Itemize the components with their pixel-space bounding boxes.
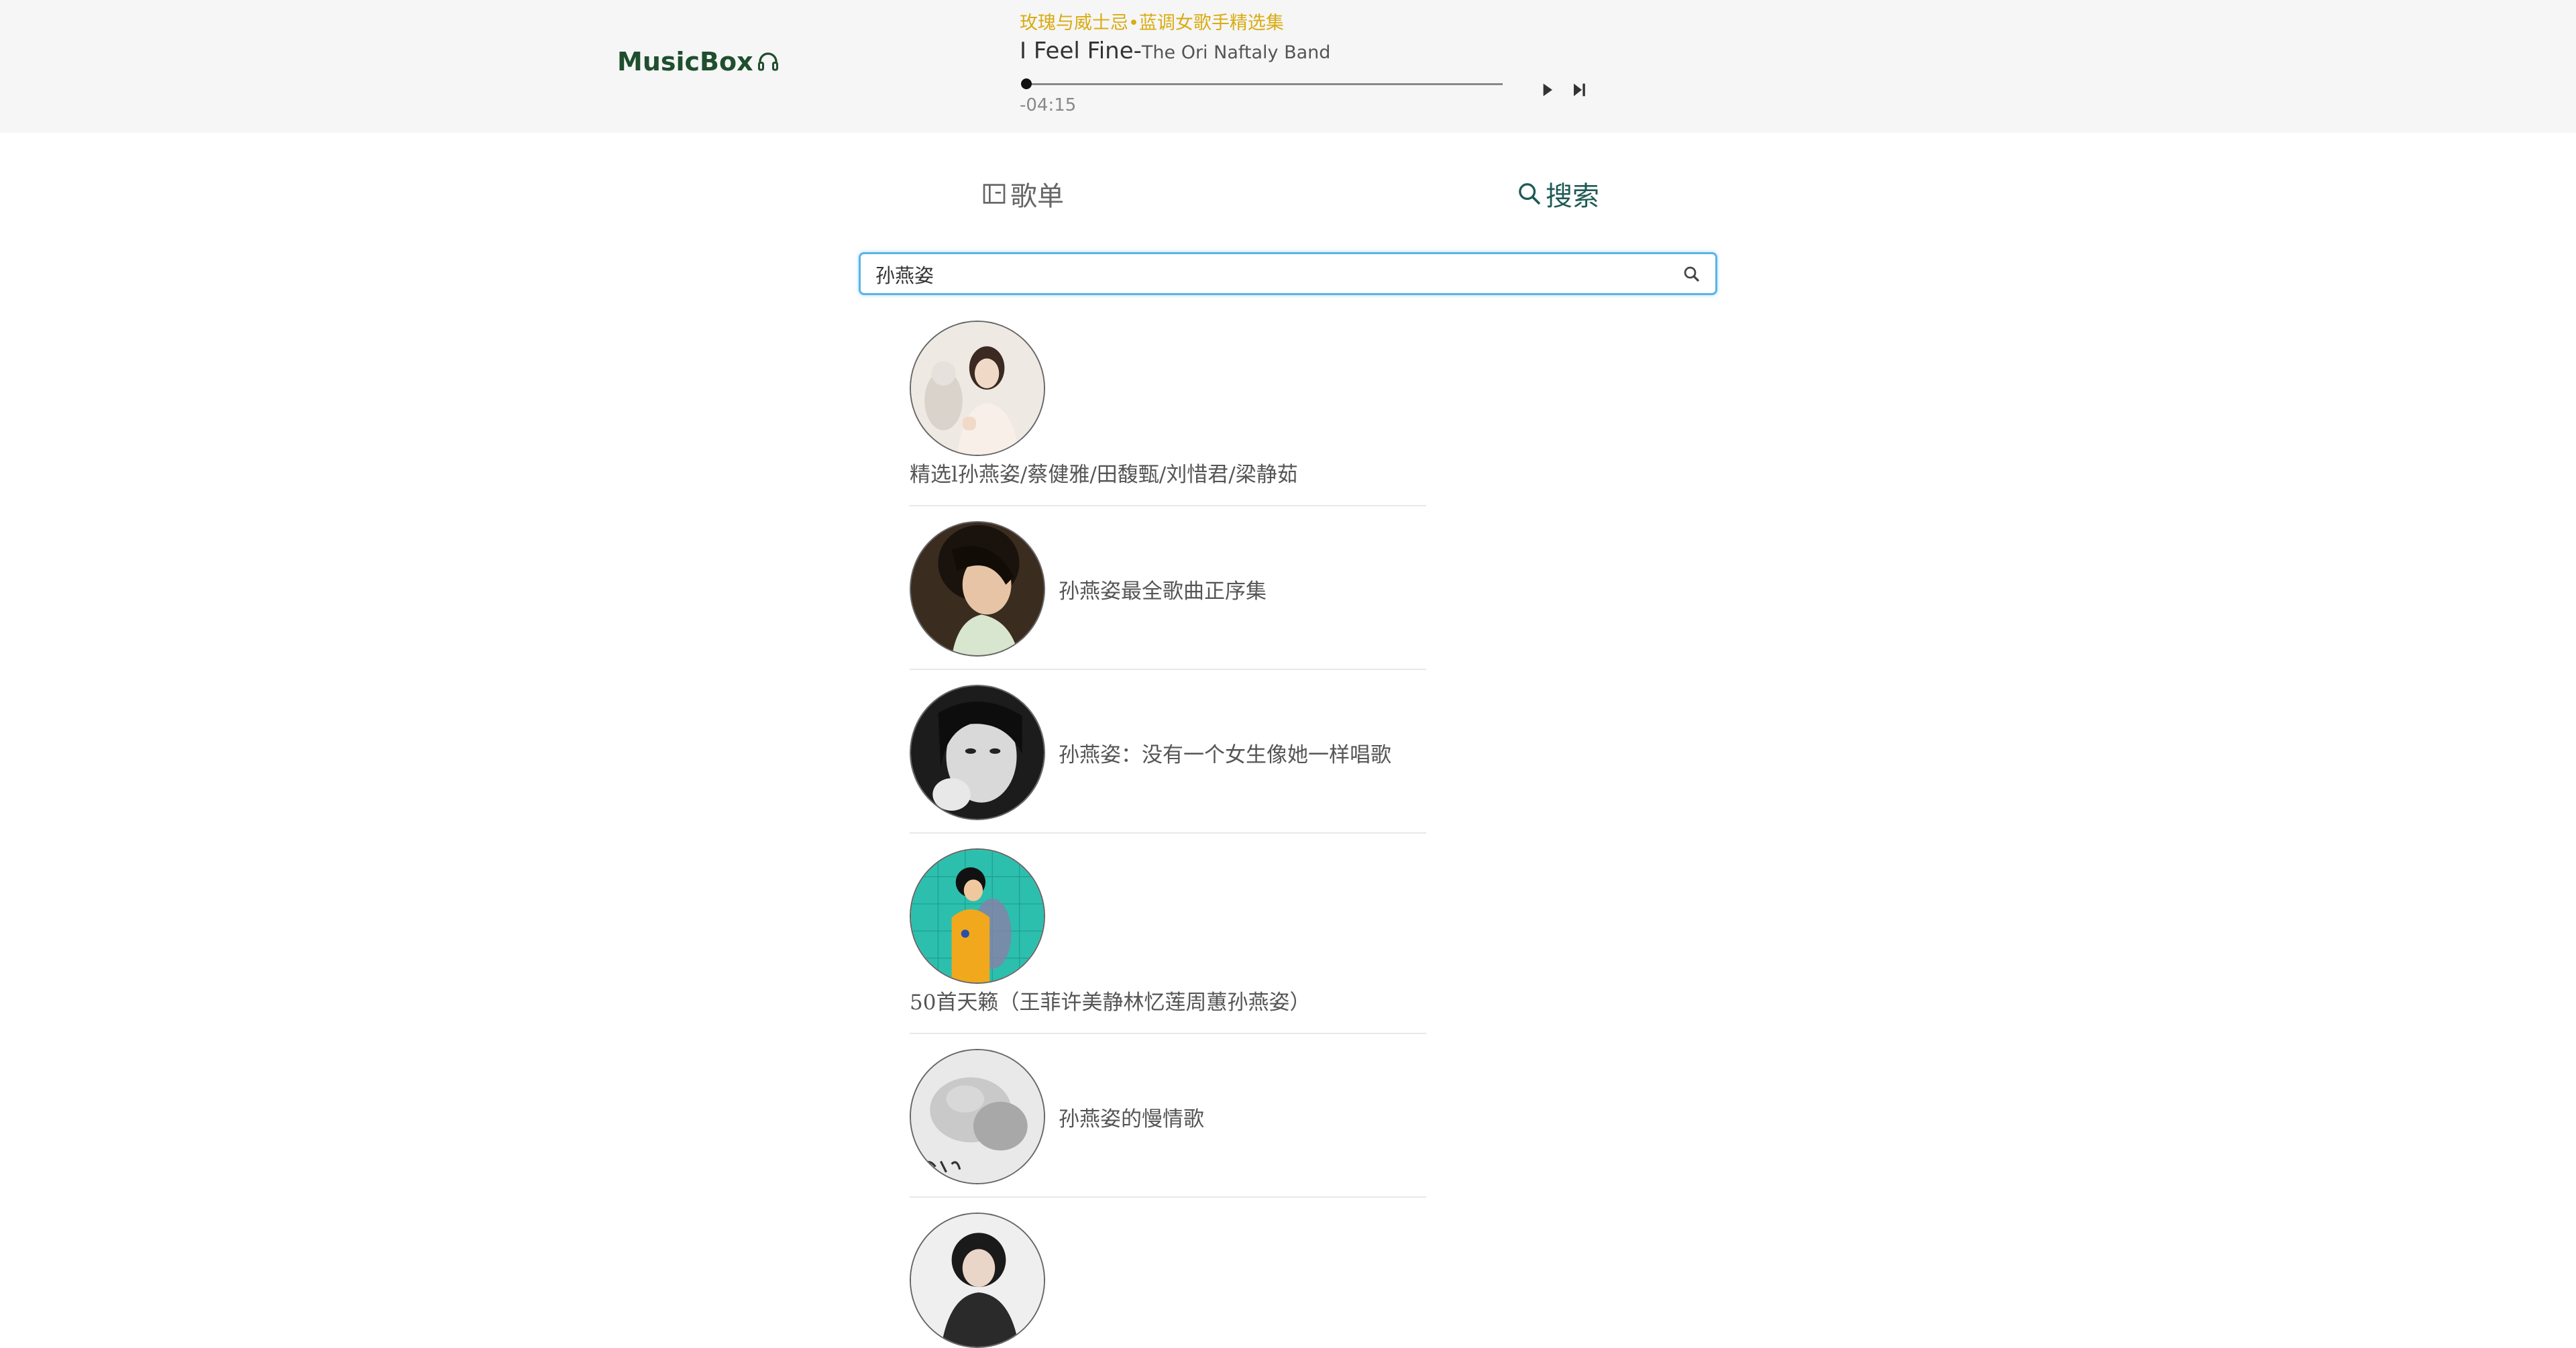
playlist-title: 孙燕姿的慢情歌: [1059, 1107, 1204, 1131]
search-box: [859, 252, 1717, 295]
song-artist: The Ori Naftaly Band: [1141, 42, 1331, 63]
playlist-title: 孙燕姿最全歌曲正序集: [1059, 579, 1267, 604]
tab-playlist-label: 歌单: [1010, 181, 1064, 212]
search-results-list: 精选l孙燕姿/蔡健雅/田馥甄/刘惜君/梁静茹 孙燕姿最全歌曲正序集 孙燕姿：没有…: [910, 321, 1426, 1348]
now-playing: 玫瑰与威士忌•蓝调女歌手精选集 I Feel Fine-The Ori Naft…: [1020, 8, 1597, 115]
skip-next-icon: [1574, 83, 1585, 97]
play-button[interactable]: [1536, 79, 1558, 101]
playlist-cover: [910, 321, 1045, 456]
playlist-cover: [910, 1213, 1045, 1348]
list-item[interactable]: 孙燕姿最全歌曲正序集: [910, 521, 1426, 670]
list-item[interactable]: 50首天籁（王菲许美静林忆莲周蕙孙燕姿）: [910, 848, 1426, 1034]
search-icon: [1684, 266, 1700, 282]
current-song: I Feel Fine-The Ori Naftaly Band: [1020, 38, 1330, 64]
playlist-title: 精选l孙燕姿/蔡健雅/田馥甄/刘惜君/梁静茹: [910, 463, 1298, 487]
logo[interactable]: MusicBox: [617, 47, 780, 76]
list-item[interactable]: 孙燕姿：没有一个女生像她一样唱歌: [910, 685, 1426, 834]
song-separator: -: [1133, 38, 1142, 64]
playlist-title: 50首天籁（王菲许美静林忆莲周蕙孙燕姿）: [910, 991, 1311, 1015]
list-item[interactable]: [910, 1213, 1426, 1348]
search-input[interactable]: [874, 261, 1666, 288]
next-track-button[interactable]: [1568, 79, 1590, 101]
progress-bar[interactable]: [1021, 78, 1503, 89]
playlist-icon: [983, 184, 1006, 204]
tab-search-label: 搜索: [1546, 181, 1599, 212]
tab-search[interactable]: 搜索: [1516, 174, 1599, 213]
tab-playlist[interactable]: 歌单: [981, 174, 1064, 213]
playlist-cover: [910, 521, 1045, 657]
playlist-title: 孙燕姿：没有一个女生像她一样唱歌: [1059, 742, 1391, 767]
playlist-cover: [910, 1049, 1045, 1184]
current-playlist-name[interactable]: 玫瑰与威士忌•蓝调女歌手精选集: [1020, 8, 1284, 34]
list-item[interactable]: 孙燕姿的慢情歌: [910, 1049, 1426, 1198]
headphones-icon: [756, 50, 780, 74]
search-submit-button[interactable]: [1682, 264, 1702, 284]
playlist-cover: [910, 685, 1045, 820]
logo-text: MusicBox: [617, 47, 753, 76]
search-icon: [1519, 183, 1541, 205]
time-remaining: -04:15: [1020, 95, 1077, 115]
progress-knob[interactable]: [1021, 78, 1032, 89]
playlist-cover: [910, 848, 1045, 984]
list-item[interactable]: 精选l孙燕姿/蔡健雅/田馥甄/刘惜君/梁静茹: [910, 321, 1426, 506]
play-icon: [1543, 83, 1552, 97]
song-title: I Feel Fine: [1020, 38, 1134, 64]
player-bar: MusicBox 玫瑰与威士忌•蓝调女歌手精选集 I Feel Fine-The…: [0, 0, 2576, 133]
